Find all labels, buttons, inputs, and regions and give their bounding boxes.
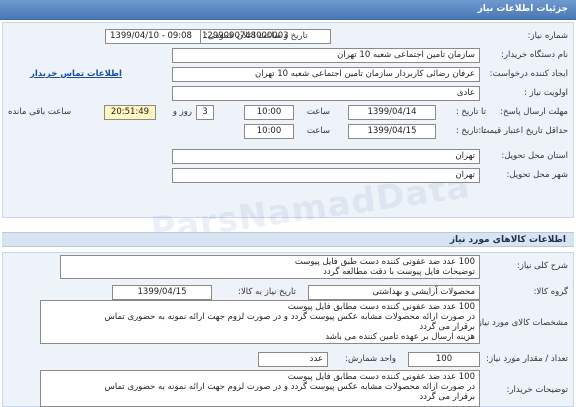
general-desc-label: شرح کلی نیاز: (516, 261, 568, 271)
buyer-notes-line: در صورت ارائه محصولات مشابه عکس پیوست گر… (104, 382, 475, 392)
remaining-days-field: 3 (196, 105, 214, 120)
quantity-label: تعداد / مقدار مورد نیاز: (486, 354, 568, 364)
buyer-contact-link[interactable]: اطلاعات تماس خریدار (30, 69, 122, 79)
buyer-org-field: سازمان تامین اجتماعی شعبه 10 تهران (172, 48, 480, 63)
goods-spec-line: هزینه ارسال بر عهده تامین کننده می باشد (325, 332, 475, 342)
price-validity-time-field: 10:00 (244, 124, 294, 139)
need-number-label: شماره نیاز: (527, 31, 568, 41)
unit-label: واحد شمارش: (345, 354, 396, 364)
goods-section-title: اطلاعات کالاهای مورد نیاز (449, 235, 566, 245)
requester-label: ایجاد کننده درخواست: (489, 69, 568, 79)
buyer-notes-line: 100 عدد ضد عفونی کننده دست مطابق فایل پی… (287, 372, 475, 382)
quantity-field: 100 (408, 352, 480, 367)
general-desc-line: توضیحات فایل پیوست با دقت مطالعه گردد (323, 267, 475, 277)
priority-label: اولویت نیاز : (523, 88, 568, 98)
price-validity-date-field: 1399/04/15 (348, 124, 436, 139)
goods-spec-line: در صورت ارائه محصولات مشابه عکس پیوست گر… (104, 312, 475, 322)
price-to-date-label: تا تاریخ : (455, 126, 486, 136)
city-label: شهر محل تحویل: (506, 170, 568, 180)
priority-field: عادی (172, 86, 480, 101)
response-time-label: ساعت (306, 107, 330, 117)
page-title: جزئیات اطلاعات نیاز (477, 4, 568, 14)
goods-group-field: محصولات آرایشی و بهداشتی (308, 285, 480, 300)
days-label: روز و (172, 107, 192, 117)
buyer-notes-field: 100 عدد ضد عفونی کننده دست مطابق فایل پی… (40, 370, 480, 407)
goods-spec-line: برقرار می گردد (419, 322, 475, 332)
goods-group-label: گروه کالا: (533, 287, 568, 297)
goods-spec-field: 100 عدد ضد عفونی کننده دست مطابق فایل پی… (40, 300, 480, 344)
announce-date-field: 1399/04/10 - 09:08 (105, 29, 201, 44)
page-header: جزئیات اطلاعات نیاز (0, 0, 576, 20)
province-field: تهران (172, 149, 480, 164)
requester-field: عرفان رضائی کاربردار سازمان تامین اجتماع… (172, 67, 480, 82)
buyer-notes-label: توضیحات خریدار: (506, 385, 568, 395)
remaining-time-field: 20:51:49 (104, 105, 156, 120)
remaining-time-label: ساعت باقی مانده (8, 107, 72, 117)
buyer-org-label: نام دستگاه خریدار: (501, 50, 568, 60)
response-date-field: 1399/04/14 (348, 105, 436, 120)
general-desc-line: 100 عدد ضد عفونی کننده دست طبق فایل پیوس… (294, 257, 475, 267)
need-date-field: 1399/04/15 (112, 285, 212, 300)
goods-spec-line: 100 عدد ضد عفونی کننده دست مطابق فایل پی… (287, 302, 475, 312)
response-deadline-label: مهلت ارسال پاسخ: (500, 107, 568, 117)
general-desc-field: 100 عدد ضد عفونی کننده دست طبق فایل پیوس… (60, 255, 480, 279)
goods-section-header: اطلاعات کالاهای مورد نیاز (2, 232, 574, 247)
price-validity-label: حداقل تاریخ اعتبار قیمت: (478, 126, 568, 136)
unit-field: عدد (258, 352, 328, 367)
buyer-notes-line: برقرار می گردد (419, 392, 475, 402)
need-date-label: تاریخ نیاز به کالا: (238, 287, 296, 297)
announce-date-label: تاریخ و ساعت اعلان عمومی: (205, 31, 308, 41)
city-field: تهران (172, 168, 480, 183)
goods-spec-label: مشخصات کالای مورد نیاز: (474, 318, 568, 328)
price-time-label: ساعت (306, 126, 330, 136)
response-time-field: 10:00 (244, 105, 294, 120)
province-label: استان محل تحویل: (501, 151, 568, 161)
response-to-date-label: تا تاریخ : (455, 107, 486, 117)
